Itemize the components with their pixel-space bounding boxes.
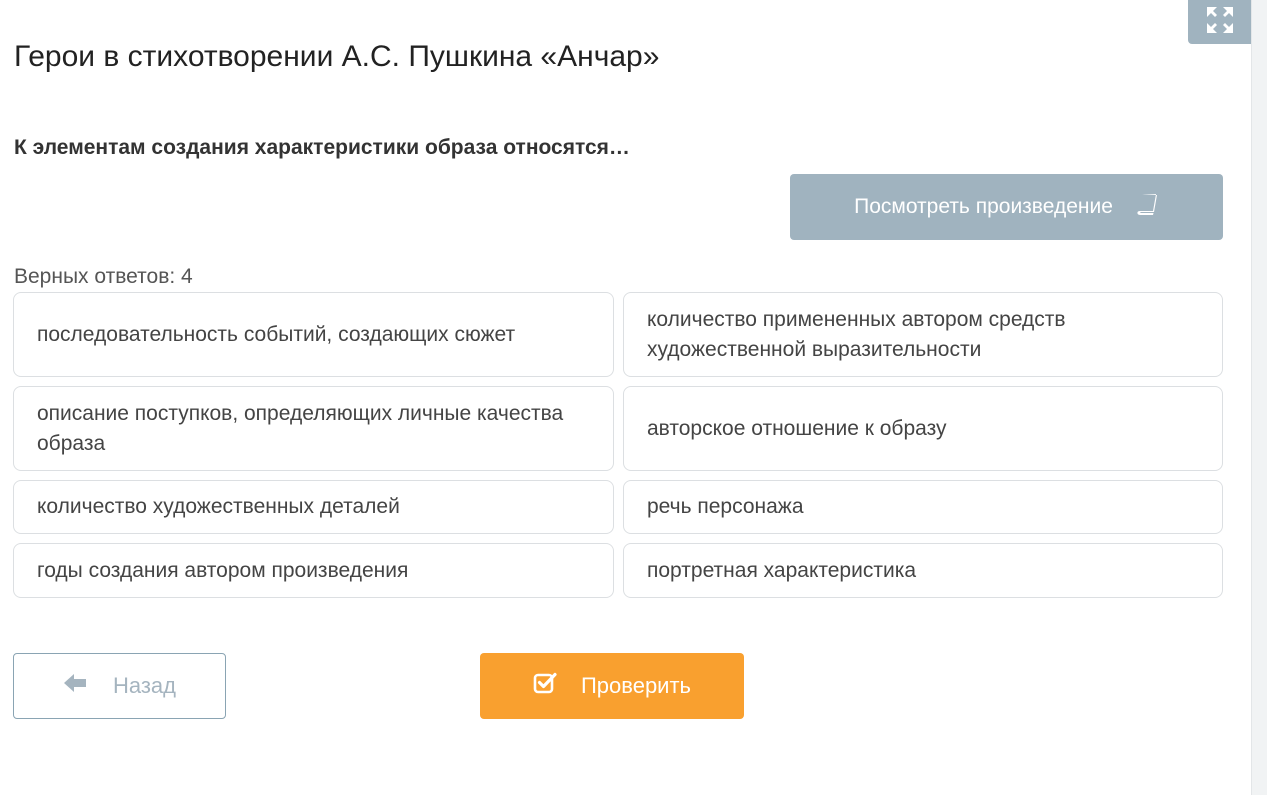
answer-option-label: количество художественных деталей bbox=[37, 495, 400, 518]
check-button[interactable]: Проверить bbox=[480, 653, 744, 719]
scrollbar-track[interactable] bbox=[1251, 0, 1267, 795]
fullscreen-button[interactable] bbox=[1188, 0, 1251, 44]
answer-option[interactable]: описание поступков, определяющих личные … bbox=[13, 386, 614, 471]
back-label: Назад bbox=[112, 673, 177, 698]
view-work-button[interactable]: Посмотреть произведение bbox=[790, 174, 1223, 240]
answer-option[interactable]: авторское отношение к образу bbox=[623, 386, 1223, 471]
answer-option-label: речь персонажа bbox=[647, 495, 804, 518]
view-work-label: Посмотреть произведение bbox=[854, 195, 1113, 218]
back-button[interactable]: Назад bbox=[13, 653, 226, 719]
book-icon bbox=[1135, 192, 1159, 222]
answer-option[interactable]: количество художественных деталей bbox=[13, 480, 614, 534]
answer-option-label: авторское отношение к образу bbox=[647, 416, 947, 440]
answer-option[interactable]: портретная характеристика bbox=[623, 543, 1223, 598]
answer-option[interactable]: годы создания автором произведения bbox=[13, 543, 614, 598]
arrow-left-icon bbox=[63, 673, 87, 699]
answer-option[interactable]: речь персонажа bbox=[623, 480, 1223, 534]
task-page: Герои в стихотворении А.С. Пушкина «Анча… bbox=[0, 0, 1251, 795]
check-label: Проверить bbox=[580, 673, 692, 698]
answer-option[interactable]: последовательность событий, создающих сю… bbox=[13, 292, 614, 377]
answer-option-label: описание поступков, определяющих личные … bbox=[37, 401, 564, 455]
answer-option-label: количество примененных автором средств х… bbox=[647, 307, 1066, 361]
question-text: К элементам создания характеристики обра… bbox=[14, 136, 630, 159]
answer-option-label: последовательность событий, создающих сю… bbox=[37, 322, 516, 346]
expand-arrows-icon bbox=[1205, 5, 1235, 40]
answer-option-label: годы создания автором произведения bbox=[37, 558, 409, 582]
answer-option[interactable]: количество примененных автором средств х… bbox=[623, 292, 1223, 377]
correct-answers-count: Верных ответов: 4 bbox=[14, 265, 193, 288]
page-title: Герои в стихотворении А.С. Пушкина «Анча… bbox=[14, 40, 660, 73]
check-square-icon bbox=[533, 671, 557, 701]
answer-option-label: портретная характеристика bbox=[647, 558, 917, 582]
